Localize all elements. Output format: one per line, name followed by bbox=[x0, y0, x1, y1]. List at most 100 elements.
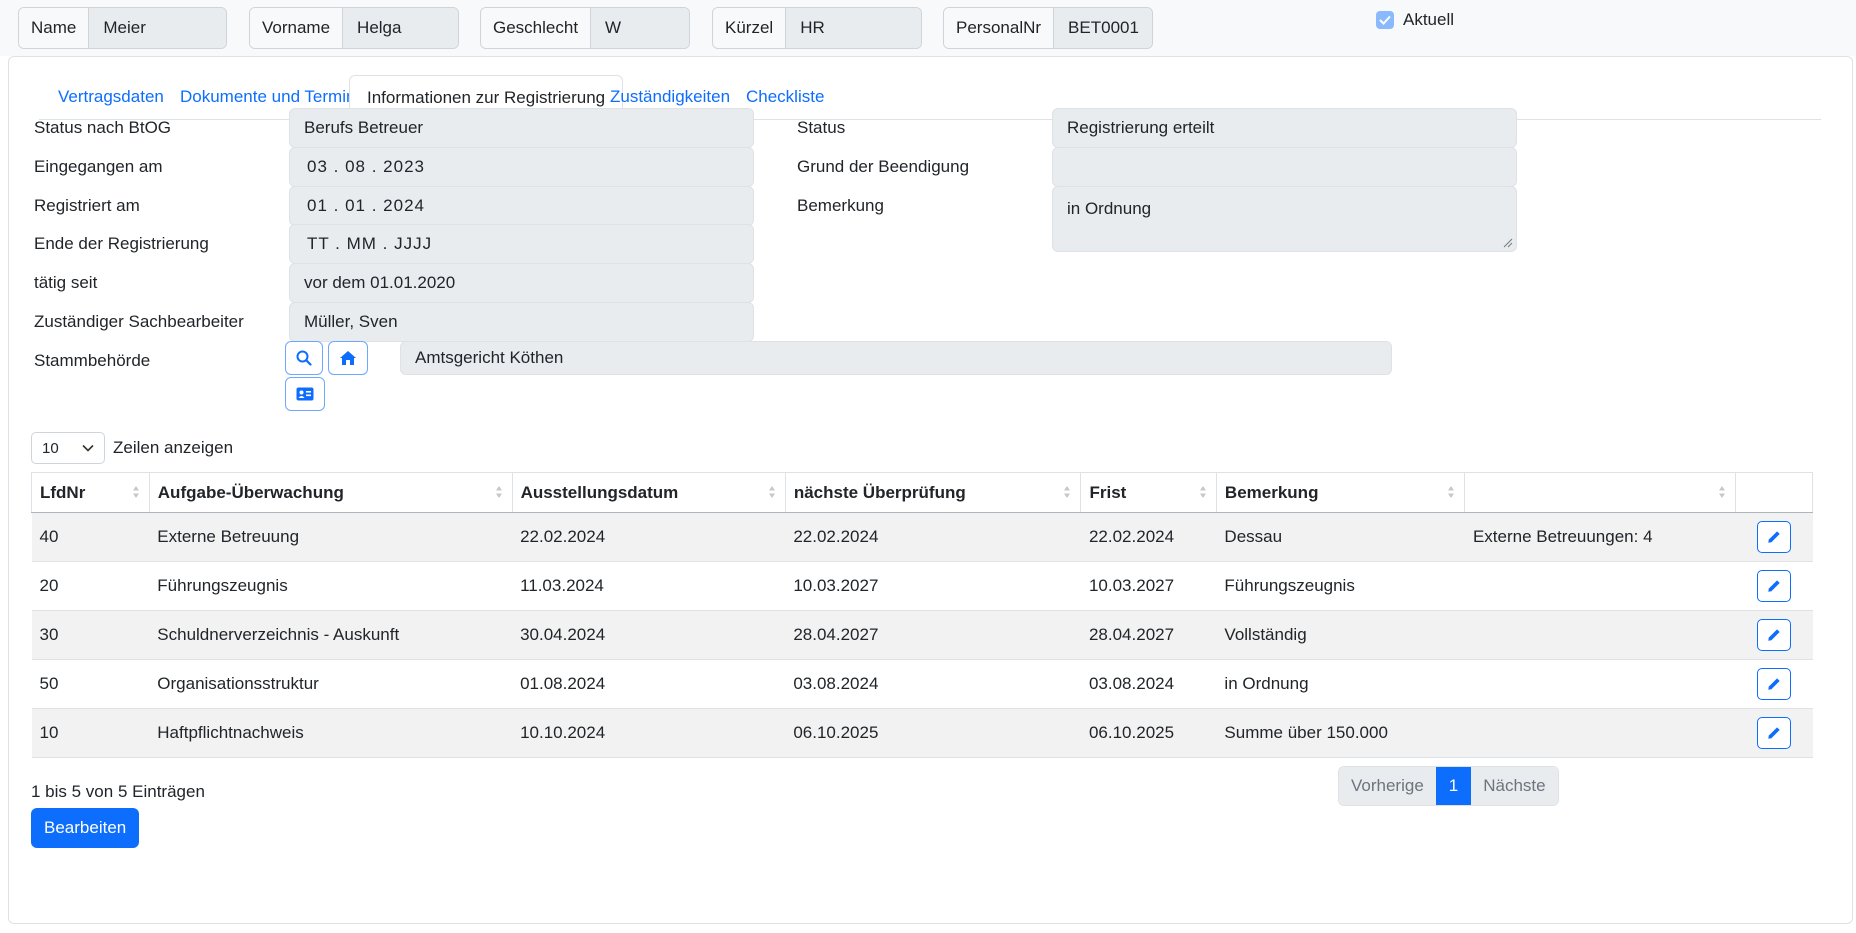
cell-extra bbox=[1464, 561, 1736, 611]
bemerkung-textarea[interactable]: in Ordnung bbox=[1052, 186, 1517, 252]
ende-registrierung-label: Ende der Registrierung bbox=[34, 234, 209, 253]
edit-row-button[interactable] bbox=[1757, 521, 1792, 553]
search-icon bbox=[296, 350, 312, 366]
cell-aufgabe: Schuldnerverzeichnis - Auskunft bbox=[149, 610, 513, 660]
eingegangen-date-field[interactable]: 03 . 08 . 2023 bbox=[289, 147, 754, 187]
bemerkung-label: Bemerkung bbox=[797, 196, 884, 215]
geschlecht-field[interactable]: Geschlecht W bbox=[480, 7, 690, 49]
pencil-icon bbox=[1768, 727, 1780, 739]
taetig-seit-field[interactable]: vor dem 01.01.2020 bbox=[289, 263, 754, 303]
cell-naechste-ueberpruefung: 06.10.2025 bbox=[785, 708, 1081, 758]
grund-beendigung-field[interactable] bbox=[1052, 147, 1517, 187]
cell-extra bbox=[1464, 708, 1736, 758]
cell-frist: 28.04.2027 bbox=[1080, 610, 1217, 660]
col-header-bemerkung[interactable]: Bemerkung bbox=[1215, 472, 1466, 513]
cell-lfdnr: 20 bbox=[31, 561, 150, 611]
cell-ausstellungsdatum: 01.08.2024 bbox=[512, 659, 786, 709]
cell-ausstellungsdatum: 30.04.2024 bbox=[512, 610, 786, 660]
cell-aufgabe: Organisationsstruktur bbox=[149, 659, 513, 709]
name-value[interactable]: Meier bbox=[89, 8, 226, 48]
cell-lfdnr: 40 bbox=[31, 512, 150, 562]
sort-icon bbox=[132, 486, 139, 498]
col-header-naechste-ueberpruefung[interactable]: nächste Überprüfung bbox=[784, 472, 1082, 513]
table-row: 40 Externe Betreuung 22.02.2024 22.02.20… bbox=[31, 512, 1813, 562]
vorname-field[interactable]: Vorname Helga bbox=[249, 7, 459, 49]
col-header-actions bbox=[1735, 472, 1813, 513]
stammbehoerde-field[interactable]: Amtsgericht Köthen bbox=[400, 341, 1392, 375]
cell-aufgabe: Führungszeugnis bbox=[149, 561, 513, 611]
cell-aufgabe: Haftpflichtnachweis bbox=[149, 708, 513, 758]
vorname-label: Vorname bbox=[250, 8, 344, 48]
cell-naechste-ueberpruefung: 28.04.2027 bbox=[785, 610, 1081, 660]
cell-extra: Externe Betreuungen: 4 bbox=[1464, 512, 1736, 562]
personalnr-field[interactable]: PersonalNr BET0001 bbox=[943, 7, 1153, 49]
col-header-ausstellungsdatum[interactable]: Ausstellungsdatum bbox=[511, 472, 786, 513]
taetig-seit-label: tätig seit bbox=[34, 273, 98, 292]
resize-grip-icon[interactable] bbox=[1501, 236, 1513, 248]
geschlecht-label: Geschlecht bbox=[481, 8, 592, 48]
cell-aufgabe: Externe Betreuung bbox=[149, 512, 513, 562]
search-button[interactable] bbox=[285, 341, 323, 375]
contact-card-button[interactable] bbox=[285, 377, 325, 411]
cell-lfdnr: 30 bbox=[31, 610, 150, 660]
cell-frist: 06.10.2025 bbox=[1080, 708, 1217, 758]
edit-row-button[interactable] bbox=[1757, 668, 1792, 700]
pagination-next-button[interactable]: Nächste bbox=[1471, 767, 1558, 805]
sachbearbeiter-label: Zuständiger Sachbearbeiter bbox=[34, 312, 244, 331]
sort-icon bbox=[495, 486, 502, 498]
table-length-control: 10 Zeilen anzeigen bbox=[31, 432, 233, 464]
kuerzel-field[interactable]: Kürzel HR bbox=[712, 7, 922, 49]
aktuell-checkbox-group[interactable]: Aktuell bbox=[1376, 10, 1454, 30]
col-header-aufgabe[interactable]: Aufgabe-Überwachung bbox=[148, 472, 513, 513]
personalnr-value[interactable]: BET0001 bbox=[1054, 8, 1152, 48]
bearbeiten-button[interactable]: Bearbeiten bbox=[31, 808, 140, 848]
cell-extra bbox=[1464, 659, 1736, 709]
edit-row-button[interactable] bbox=[1757, 570, 1792, 602]
edit-row-button[interactable] bbox=[1757, 619, 1792, 651]
cell-actions bbox=[1735, 561, 1813, 611]
cell-naechste-ueberpruefung: 10.03.2027 bbox=[785, 561, 1081, 611]
status-field[interactable]: Registrierung erteilt bbox=[1052, 108, 1517, 148]
vorname-value[interactable]: Helga bbox=[343, 8, 458, 48]
ende-registrierung-date-field[interactable]: TT . MM . JJJJ bbox=[289, 224, 754, 264]
cell-bemerkung: Führungszeugnis bbox=[1216, 561, 1465, 611]
name-field[interactable]: Name Meier bbox=[18, 7, 227, 49]
grund-beendigung-label: Grund der Beendigung bbox=[797, 157, 970, 176]
table-info: 1 bis 5 von 5 Einträgen bbox=[31, 782, 205, 801]
status-btog-field[interactable]: Berufs Betreuer bbox=[289, 108, 754, 148]
stammbehoerde-label: Stammbehörde bbox=[34, 351, 151, 370]
registriert-date-field[interactable]: 01 . 01 . 2024 bbox=[289, 186, 754, 226]
col-header-lfdnr[interactable]: LfdNr bbox=[31, 472, 150, 513]
kuerzel-value[interactable]: HR bbox=[786, 8, 921, 48]
chevron-down-icon bbox=[82, 444, 94, 452]
table-row: 10 Haftpflichtnachweis 10.10.2024 06.10.… bbox=[31, 708, 1813, 758]
tab-vertragsdaten[interactable]: Vertragsdaten bbox=[41, 75, 181, 120]
pagination-page-1[interactable]: 1 bbox=[1435, 767, 1472, 805]
page-length-value: 10 bbox=[42, 439, 59, 457]
geschlecht-value[interactable]: W bbox=[591, 8, 689, 48]
cell-lfdnr: 10 bbox=[31, 708, 150, 758]
eingegangen-label: Eingegangen am bbox=[34, 157, 163, 176]
table-header-row: LfdNr Aufgabe-Überwachung Ausstellungsda… bbox=[31, 472, 1813, 513]
home-button[interactable] bbox=[328, 341, 368, 375]
col-header-frist[interactable]: Frist bbox=[1080, 472, 1217, 513]
cell-bemerkung: Dessau bbox=[1216, 512, 1465, 562]
cell-frist: 03.08.2024 bbox=[1080, 659, 1217, 709]
registriert-label: Registriert am bbox=[34, 196, 140, 215]
edit-row-button[interactable] bbox=[1757, 717, 1792, 749]
bemerkung-text: in Ordnung bbox=[1067, 199, 1152, 218]
pencil-icon bbox=[1768, 629, 1780, 641]
page-length-select[interactable]: 10 bbox=[31, 432, 105, 464]
sort-icon bbox=[1448, 486, 1455, 498]
checkmark-icon bbox=[1379, 15, 1391, 25]
table-row: 30 Schuldnerverzeichnis - Auskunft 30.04… bbox=[31, 610, 1813, 660]
name-label: Name bbox=[19, 8, 90, 48]
col-header-extra[interactable] bbox=[1464, 472, 1737, 513]
pagination-prev-button[interactable]: Vorherige bbox=[1339, 767, 1436, 805]
personalnr-label: PersonalNr bbox=[944, 8, 1055, 48]
header-bar: Name Meier Vorname Helga Geschlecht W Kü… bbox=[0, 0, 1856, 56]
aufgaben-table: LfdNr Aufgabe-Überwachung Ausstellungsda… bbox=[31, 472, 1813, 758]
aktuell-checkbox[interactable] bbox=[1376, 11, 1394, 29]
sachbearbeiter-field[interactable]: Müller, Sven bbox=[289, 302, 754, 342]
status-label: Status bbox=[797, 118, 846, 137]
